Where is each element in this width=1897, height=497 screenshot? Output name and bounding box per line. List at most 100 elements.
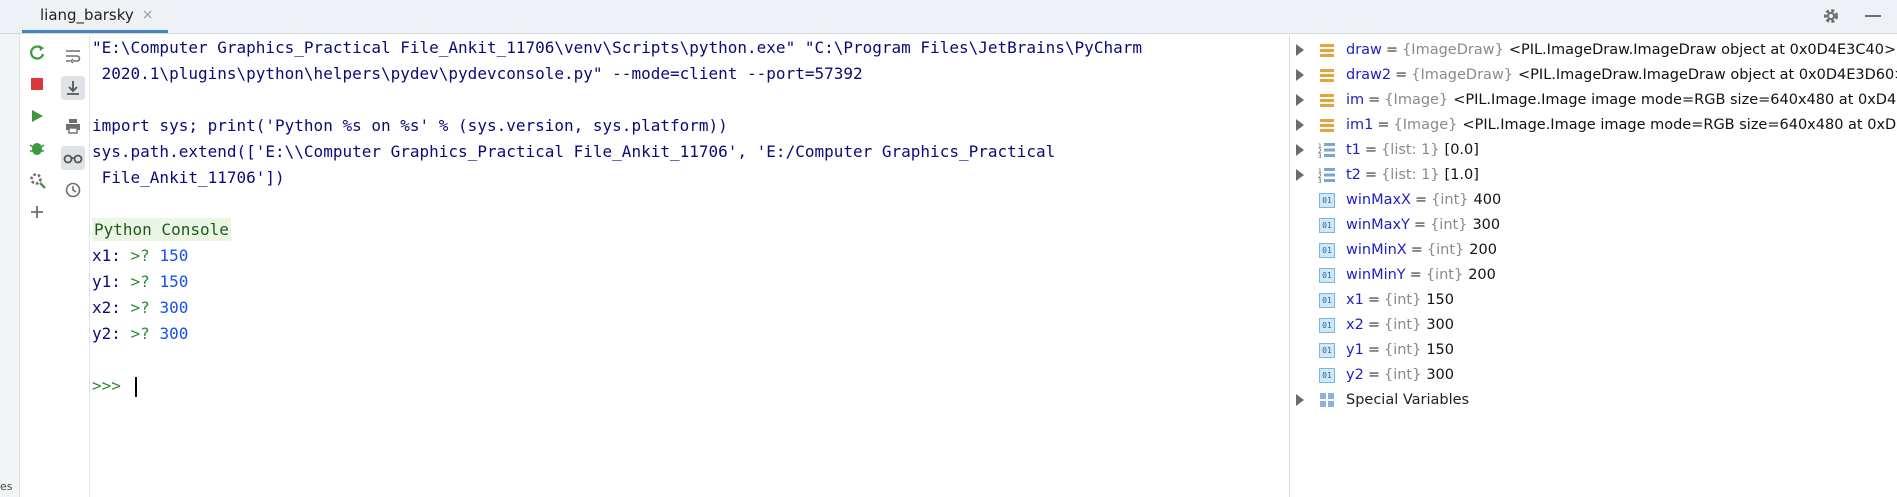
variable-row[interactable]: im = {Image} <PIL.Image.Image image mode=RG… xyxy=(1290,88,1897,112)
print-icon[interactable] xyxy=(61,114,85,138)
scroll-to-end-icon[interactable] xyxy=(60,76,85,100)
variable-value: 200 xyxy=(1468,267,1496,283)
equals-sign: = xyxy=(1409,267,1422,283)
console-line: 2020.1\plugins\python\helpers\pydev\pyde… xyxy=(92,64,863,83)
tab-close-icon[interactable]: × xyxy=(142,7,154,23)
input-line-x1: x1: >? 150 xyxy=(92,246,188,266)
stop-icon[interactable] xyxy=(25,72,49,96)
variable-value: 150 xyxy=(1426,292,1455,308)
debug-icon[interactable] xyxy=(25,136,49,160)
int-icon-glyph: 01 xyxy=(1319,242,1335,258)
object-icon xyxy=(1318,42,1336,58)
variable-row[interactable]: 1 2 3 t1 = {list: 1} [0.0] xyxy=(1290,138,1897,162)
variable-name: im1 xyxy=(1346,117,1374,133)
variable-name: x2 xyxy=(1346,317,1364,333)
int-icon-glyph: 01 xyxy=(1319,342,1335,358)
equals-sign: = xyxy=(1377,117,1390,133)
input-label: y2: xyxy=(92,324,121,343)
variable-name: im xyxy=(1346,92,1365,108)
input-value: 150 xyxy=(159,246,189,265)
variable-name: winMaxX xyxy=(1346,192,1411,208)
equals-sign: = xyxy=(1410,242,1423,258)
variable-type: {int} xyxy=(1426,242,1465,258)
int-icon: 01 xyxy=(1318,367,1336,383)
tab-title: liang_barsky xyxy=(40,6,134,24)
object-icon xyxy=(1318,117,1336,133)
console-settings-icon[interactable] xyxy=(25,168,49,192)
console-actions-toolbar xyxy=(22,40,52,232)
soft-wrap-icon[interactable] xyxy=(61,44,85,68)
expand-arrow-icon[interactable] xyxy=(1296,394,1304,406)
variable-row[interactable]: 01 winMaxY = {int} 300 xyxy=(1290,213,1897,237)
python-console-output[interactable]: "E:\Computer Graphics_Practical File_Ank… xyxy=(90,36,1280,497)
expand-arrow-icon[interactable] xyxy=(1296,169,1304,181)
variable-type: {list: 1} xyxy=(1381,167,1440,183)
tool-window-tabbar: liang_barsky × xyxy=(0,0,1897,34)
add-icon[interactable] xyxy=(25,200,49,224)
int-icon-glyph: 01 xyxy=(1319,367,1335,383)
expand-arrow-icon[interactable] xyxy=(1296,94,1304,106)
variable-row[interactable]: 1 2 3 t2 = {list: 1} [1.0] xyxy=(1290,163,1897,187)
variable-type: {int} xyxy=(1431,192,1469,208)
text-caret xyxy=(134,376,137,397)
variable-row[interactable]: im1 = {Image} <PIL.Image.Image image mode=R… xyxy=(1290,113,1897,137)
history-icon[interactable] xyxy=(61,178,85,202)
int-icon-glyph: 01 xyxy=(1319,317,1335,333)
input-label: x1: xyxy=(92,246,121,265)
console-line: import sys; print('Python %s on %s' % (s… xyxy=(92,116,728,135)
variable-value: 300 xyxy=(1472,217,1501,233)
int-icon-glyph: 01 xyxy=(1319,217,1335,233)
variable-type: {int} xyxy=(1430,217,1468,233)
list-icon: 123 xyxy=(1318,167,1336,184)
int-icon: 01 xyxy=(1318,192,1336,208)
variable-value: <PIL.ImageDraw.ImageDraw object at 0x0D4… xyxy=(1508,42,1897,58)
svg-text:3: 3 xyxy=(1318,153,1322,159)
expand-arrow-icon[interactable] xyxy=(1296,44,1304,56)
variable-value: <PIL.Image.Image image mode=RGB size=640… xyxy=(1462,117,1897,133)
variable-row[interactable]: 01 y1 = {int} 150 xyxy=(1290,338,1897,362)
equals-sign: = xyxy=(1415,192,1428,208)
input-prompt: >? xyxy=(130,272,150,291)
list-icon: 123 xyxy=(1318,142,1336,159)
int-icon: 01 xyxy=(1318,242,1336,258)
variable-value: 200 xyxy=(1469,242,1497,258)
svg-text:3: 3 xyxy=(1318,178,1322,184)
variable-row[interactable]: 01 winMinY = {int} 200 xyxy=(1290,263,1897,287)
expand-arrow-icon[interactable] xyxy=(1296,119,1304,131)
variable-row[interactable]: 01 x2 = {int} 300 xyxy=(1290,313,1897,337)
equals-sign: = xyxy=(1367,342,1380,358)
console-input-line[interactable]: >>> xyxy=(92,376,137,397)
variable-row[interactable]: draw = {ImageDraw} <PIL.ImageDraw.ImageDraw… xyxy=(1290,38,1897,62)
equals-sign: = xyxy=(1368,92,1381,108)
variable-row[interactable]: Special Variables xyxy=(1290,388,1897,412)
variable-row[interactable]: 01 x1 = {int} 150 xyxy=(1290,288,1897,312)
console-prompt: >>> xyxy=(92,376,121,395)
gear-icon[interactable] xyxy=(1821,6,1841,26)
variable-name: winMaxY xyxy=(1346,217,1410,233)
variable-value: 300 xyxy=(1426,367,1455,383)
variable-row[interactable]: 01 winMinX = {int} 200 xyxy=(1290,238,1897,262)
equals-sign: = xyxy=(1367,292,1380,308)
equals-sign: = xyxy=(1367,317,1380,333)
variables-panel: draw = {ImageDraw} <PIL.ImageDraw.ImageDraw… xyxy=(1290,36,1897,497)
expand-arrow-icon[interactable] xyxy=(1296,144,1304,156)
variable-type: {list: 1} xyxy=(1381,142,1440,158)
console-view-toolbar xyxy=(56,36,90,497)
tab-liang-barsky[interactable]: liang_barsky × xyxy=(22,0,168,33)
int-icon: 01 xyxy=(1318,267,1336,283)
expand-arrow-icon[interactable] xyxy=(1296,69,1304,81)
variable-row[interactable]: draw2 = {ImageDraw} <PIL.ImageDraw.ImageDra… xyxy=(1290,63,1897,87)
minimize-icon[interactable] xyxy=(1863,6,1883,26)
variable-value: [1.0] xyxy=(1444,167,1479,183)
variable-name: t1 xyxy=(1346,142,1361,158)
console-banner: Python Console xyxy=(92,218,231,241)
run-icon[interactable] xyxy=(25,104,49,128)
show-variables-icon[interactable] xyxy=(60,146,85,170)
variable-name: y1 xyxy=(1346,342,1364,358)
rerun-icon[interactable] xyxy=(25,40,49,64)
edge-label: es xyxy=(0,480,13,493)
left-edge-strip: es xyxy=(0,34,20,497)
variable-row[interactable]: 01 winMaxX = {int} 400 xyxy=(1290,188,1897,212)
variable-type: {int} xyxy=(1383,317,1422,333)
variable-row[interactable]: 01 y2 = {int} 300 xyxy=(1290,363,1897,387)
